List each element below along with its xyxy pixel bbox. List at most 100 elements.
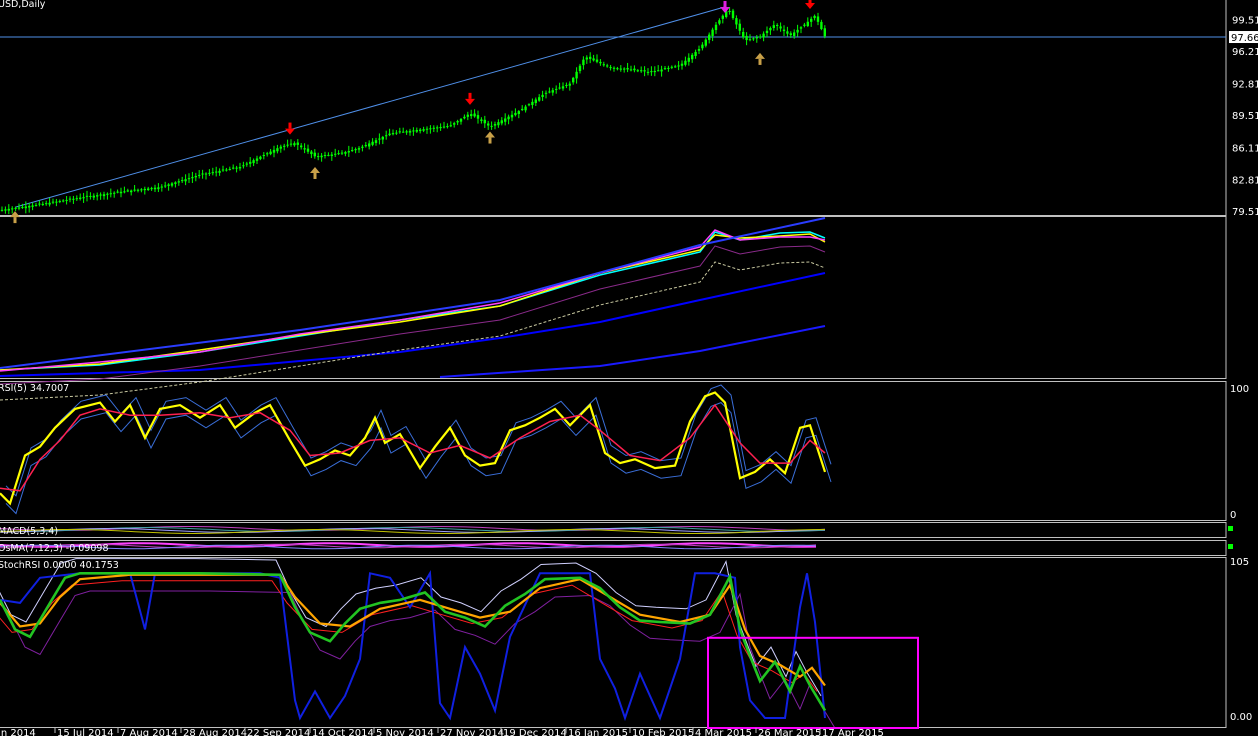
candle: [619, 68, 622, 70]
candle: [17, 207, 21, 209]
rsi-title: RSI(5) 34.7007: [0, 383, 69, 394]
candle: [415, 130, 418, 132]
candle: [72, 198, 75, 200]
candle: [517, 111, 520, 114]
macd-panel: [0, 522, 1227, 538]
candle: [330, 154, 333, 156]
candle: [310, 151, 313, 155]
candle: [340, 152, 344, 154]
candle: [252, 160, 255, 164]
candle: [116, 191, 119, 193]
candle: [561, 86, 565, 89]
candle: [140, 189, 143, 191]
candle: [548, 91, 551, 93]
candle: [612, 67, 616, 69]
candle: [793, 32, 796, 37]
candle: [174, 182, 177, 184]
candle: [504, 118, 507, 122]
candle: [538, 97, 541, 101]
candle: [398, 131, 401, 133]
candle: [735, 18, 738, 25]
date-tick-label: 27 Nov 2014: [440, 728, 504, 736]
candle: [31, 205, 34, 207]
arrow-up-icon: [310, 167, 320, 180]
price-panel: [0, 0, 1227, 216]
rsi-tick-label: 100: [1230, 384, 1249, 395]
candle: [65, 199, 68, 201]
candle: [646, 71, 650, 73]
candle: [551, 90, 554, 93]
candle: [531, 101, 534, 106]
candle: [113, 192, 116, 194]
date-tick-label: 4 Jun 2014: [0, 728, 36, 736]
candle: [286, 144, 289, 146]
candle: [177, 181, 180, 183]
candle: [772, 25, 775, 28]
candle: [242, 165, 245, 167]
candle: [119, 191, 123, 194]
stochrsi-layer: [0, 558, 919, 729]
stochrsi-title: StochRSI 0.0000 40.1753: [0, 560, 119, 571]
price-tick-label: 99.510: [1232, 15, 1258, 26]
osma-layer: [0, 542, 1233, 550]
candle: [816, 16, 820, 22]
candle: [204, 173, 208, 175]
candle: [361, 146, 364, 148]
candle: [405, 131, 408, 133]
candle: [296, 142, 299, 145]
candle: [691, 54, 694, 60]
rsi-signal-line: [0, 403, 826, 492]
candle: [796, 29, 799, 33]
candle: [442, 126, 446, 128]
candle: [650, 71, 653, 73]
candle: [218, 170, 221, 173]
candle: [381, 136, 384, 140]
macd-marker: [1228, 526, 1233, 531]
candle: [558, 87, 561, 89]
candle: [432, 127, 435, 129]
candle: [806, 21, 809, 27]
arrow-up-icon: [755, 52, 765, 65]
candle: [75, 198, 78, 200]
candle: [823, 28, 826, 37]
y-axis-labels: 99.510 96.210 92.810 89.510 86.110 82.810 79.5…: [1229, 15, 1258, 723]
candle: [388, 133, 391, 136]
candle: [41, 203, 44, 205]
stoch-main-line: [0, 571, 827, 712]
candle: [572, 77, 575, 83]
price-layer: [0, 0, 1226, 224]
candle: [402, 131, 405, 133]
candle: [106, 193, 109, 195]
candle: [225, 169, 228, 171]
candle: [198, 174, 201, 176]
candle: [436, 127, 439, 129]
candle: [334, 153, 337, 155]
arrow-down-icon: [285, 122, 295, 135]
candle: [521, 108, 524, 111]
candle: [527, 104, 531, 106]
chart-canvas[interactable]: 99.510 96.210 92.810 89.510 86.110 82.810 79.5…: [0, 0, 1258, 736]
ma-series-line: [0, 217, 826, 369]
candle: [493, 124, 497, 126]
candle: [497, 122, 500, 126]
candle: [34, 204, 38, 206]
candle: [51, 201, 55, 203]
candle: [776, 24, 779, 26]
candle: [714, 24, 718, 31]
candle: [803, 24, 806, 26]
candle: [694, 51, 697, 56]
candle: [28, 205, 31, 208]
candle: [109, 193, 112, 195]
candle: [293, 143, 296, 146]
candle: [289, 143, 293, 145]
candle: [660, 69, 663, 72]
candle: [799, 27, 803, 29]
candle: [300, 145, 303, 148]
candle: [667, 67, 670, 69]
date-tick-label: 22 Sep 2014: [247, 728, 310, 736]
candle: [609, 67, 612, 69]
candle: [228, 168, 231, 170]
price-tick-label: 79.510: [1232, 207, 1258, 218]
candle: [327, 154, 330, 156]
candle: [79, 197, 82, 199]
